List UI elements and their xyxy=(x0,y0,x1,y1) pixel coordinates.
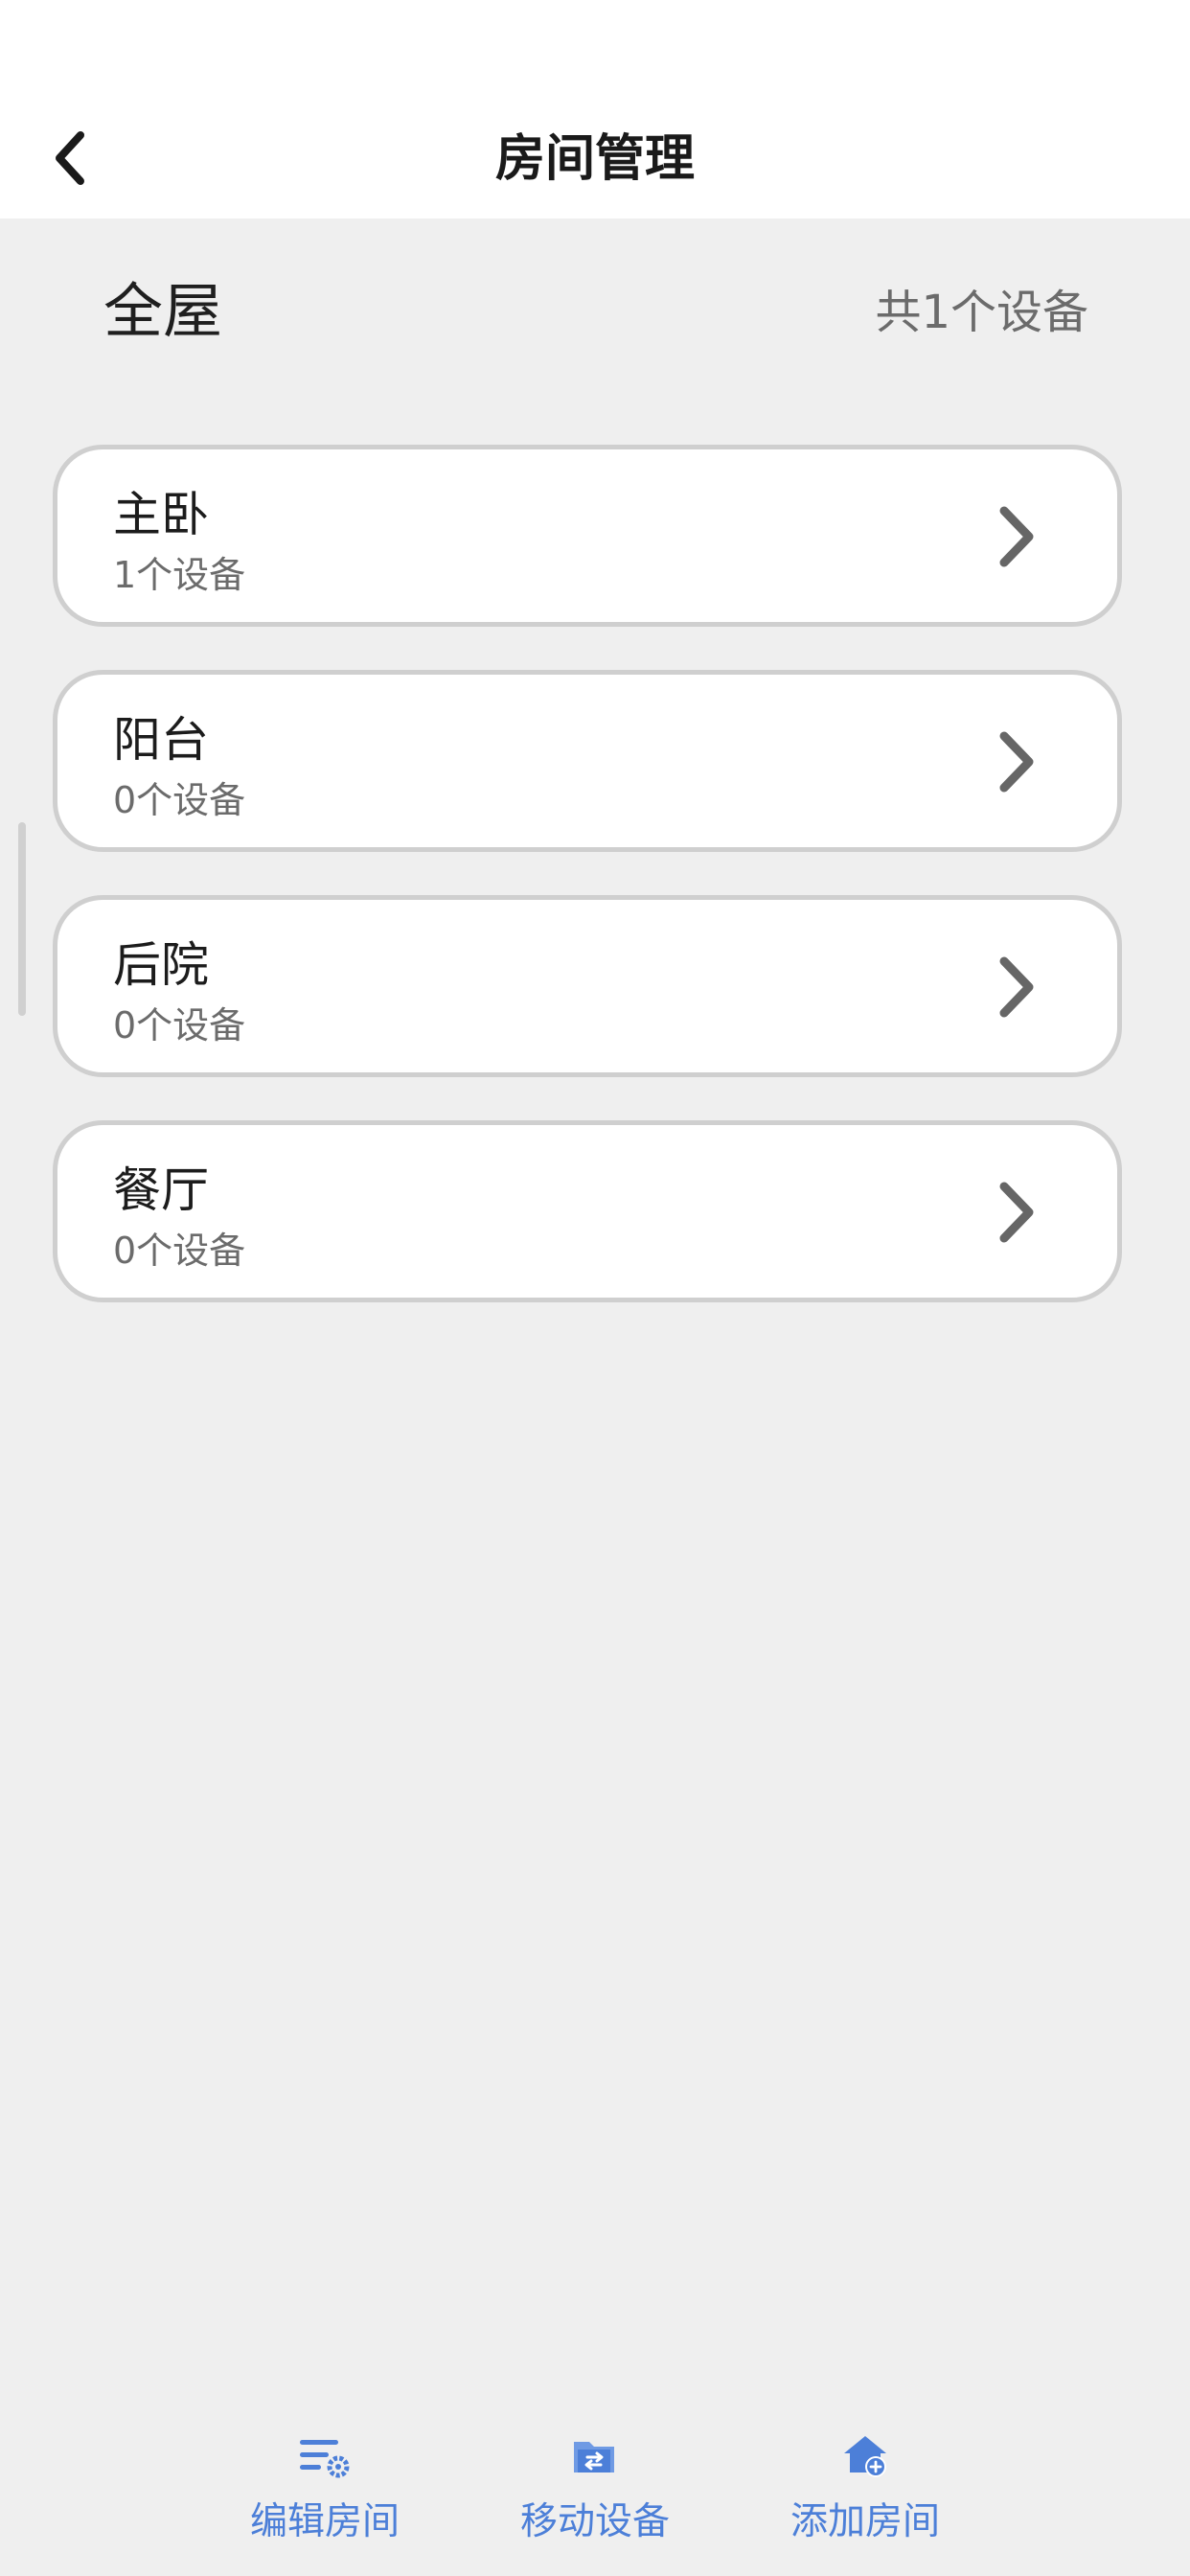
folder-move-icon xyxy=(574,2442,614,2472)
room-device-count: 0个设备 xyxy=(113,1004,246,1046)
edit-rooms-label: 编辑房间 xyxy=(249,2500,400,2543)
room-item-balcony[interactable]: 阳台 0个设备 xyxy=(53,670,1122,852)
room-device-count: 1个设备 xyxy=(113,554,246,596)
add-room-label: 添加房间 xyxy=(790,2500,940,2543)
room-device-count: 0个设备 xyxy=(113,779,246,821)
room-item-master-bedroom[interactable]: 主卧 1个设备 xyxy=(53,445,1122,627)
page-title: 房间管理 xyxy=(494,130,695,188)
move-devices-label: 移动设备 xyxy=(519,2500,670,2543)
bottom-action-bar: 编辑房间 移动设备 添加房间 xyxy=(0,2415,1190,2576)
chevron-right-icon xyxy=(999,731,1034,793)
room-name: 阳台 xyxy=(113,712,209,768)
house-plus-icon xyxy=(844,2436,886,2477)
edit-rooms-button[interactable]: 编辑房间 xyxy=(210,2415,440,2576)
room-name: 后院 xyxy=(113,937,209,993)
room-name: 主卧 xyxy=(113,487,209,542)
scroll-indicator xyxy=(18,822,26,1016)
chevron-right-icon xyxy=(999,506,1034,567)
list-gear-icon xyxy=(300,2440,350,2478)
chevron-right-icon xyxy=(999,956,1034,1018)
room-list: 主卧 1个设备 阳台 0个设备 后院 0个设备 餐厅 0个设备 xyxy=(53,445,1122,1346)
total-device-count: 共1个设备 xyxy=(875,286,1088,339)
room-name: 餐厅 xyxy=(113,1162,209,1218)
room-device-count: 0个设备 xyxy=(113,1230,246,1272)
add-room-button[interactable]: 添加房间 xyxy=(750,2415,980,2576)
move-devices-button[interactable]: 移动设备 xyxy=(480,2415,710,2576)
whole-house-title: 全屋 xyxy=(103,276,223,346)
room-item-backyard[interactable]: 后院 0个设备 xyxy=(53,895,1122,1077)
whole-house-summary: 全屋 共1个设备 xyxy=(0,268,1190,355)
room-item-dining-room[interactable]: 餐厅 0个设备 xyxy=(53,1120,1122,1302)
room-management-screen: 房间管理 全屋 共1个设备 主卧 1个设备 阳台 0个设备 后院 0个设备 餐厅… xyxy=(0,0,1190,2576)
chevron-right-icon xyxy=(999,1182,1034,1243)
top-bar: 房间管理 xyxy=(0,0,1190,218)
